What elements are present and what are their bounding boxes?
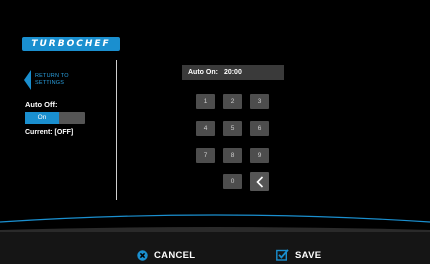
auto-off-label: Auto Off: [25, 100, 58, 109]
save-button[interactable]: SAVE [276, 247, 321, 263]
back-arrow-icon [24, 70, 31, 90]
auto-off-toggle[interactable]: On [25, 112, 85, 124]
save-label: SAVE [295, 249, 322, 261]
keypad-key-4[interactable]: 4 [196, 121, 215, 136]
cancel-label: CANCEL [154, 249, 196, 261]
return-label: RETURN TO SETTINGS [35, 73, 69, 86]
keypad-key-9[interactable]: 9 [250, 148, 269, 163]
return-to-settings-button[interactable]: RETURN TO SETTINGS [24, 69, 94, 91]
auto-on-label: Auto On: [188, 69, 218, 76]
keypad-key-8[interactable]: 8 [223, 148, 242, 163]
chevron-left-icon [255, 175, 263, 188]
cancel-icon [137, 249, 148, 261]
save-checkbox-icon [276, 249, 289, 261]
turbochef-logo: TURBOCHEF [22, 37, 120, 51]
keypad-key-0[interactable]: 0 [223, 174, 242, 189]
keypad-key-5[interactable]: 5 [223, 121, 242, 136]
cancel-button[interactable]: CANCEL [137, 247, 195, 263]
backspace-button[interactable] [250, 172, 269, 191]
auto-on-display: Auto On: 20:00 [182, 65, 284, 80]
auto-on-value: 20:00 [223, 69, 242, 76]
current-status: Current: [OFF] [25, 129, 74, 136]
keypad-key-3[interactable]: 3 [250, 94, 269, 109]
auto-on-settings-screen: TURBOCHEF RETURN TO SETTINGS Auto Off: O… [0, 0, 430, 264]
keypad-key-6[interactable]: 6 [250, 121, 269, 136]
keypad-key-7[interactable]: 7 [196, 148, 215, 163]
keypad-key-2[interactable]: 2 [223, 94, 242, 109]
toggle-on-segment: On [25, 112, 59, 124]
bottom-bar [0, 232, 430, 264]
vertical-divider [116, 60, 117, 200]
keypad-key-1[interactable]: 1 [196, 94, 215, 109]
